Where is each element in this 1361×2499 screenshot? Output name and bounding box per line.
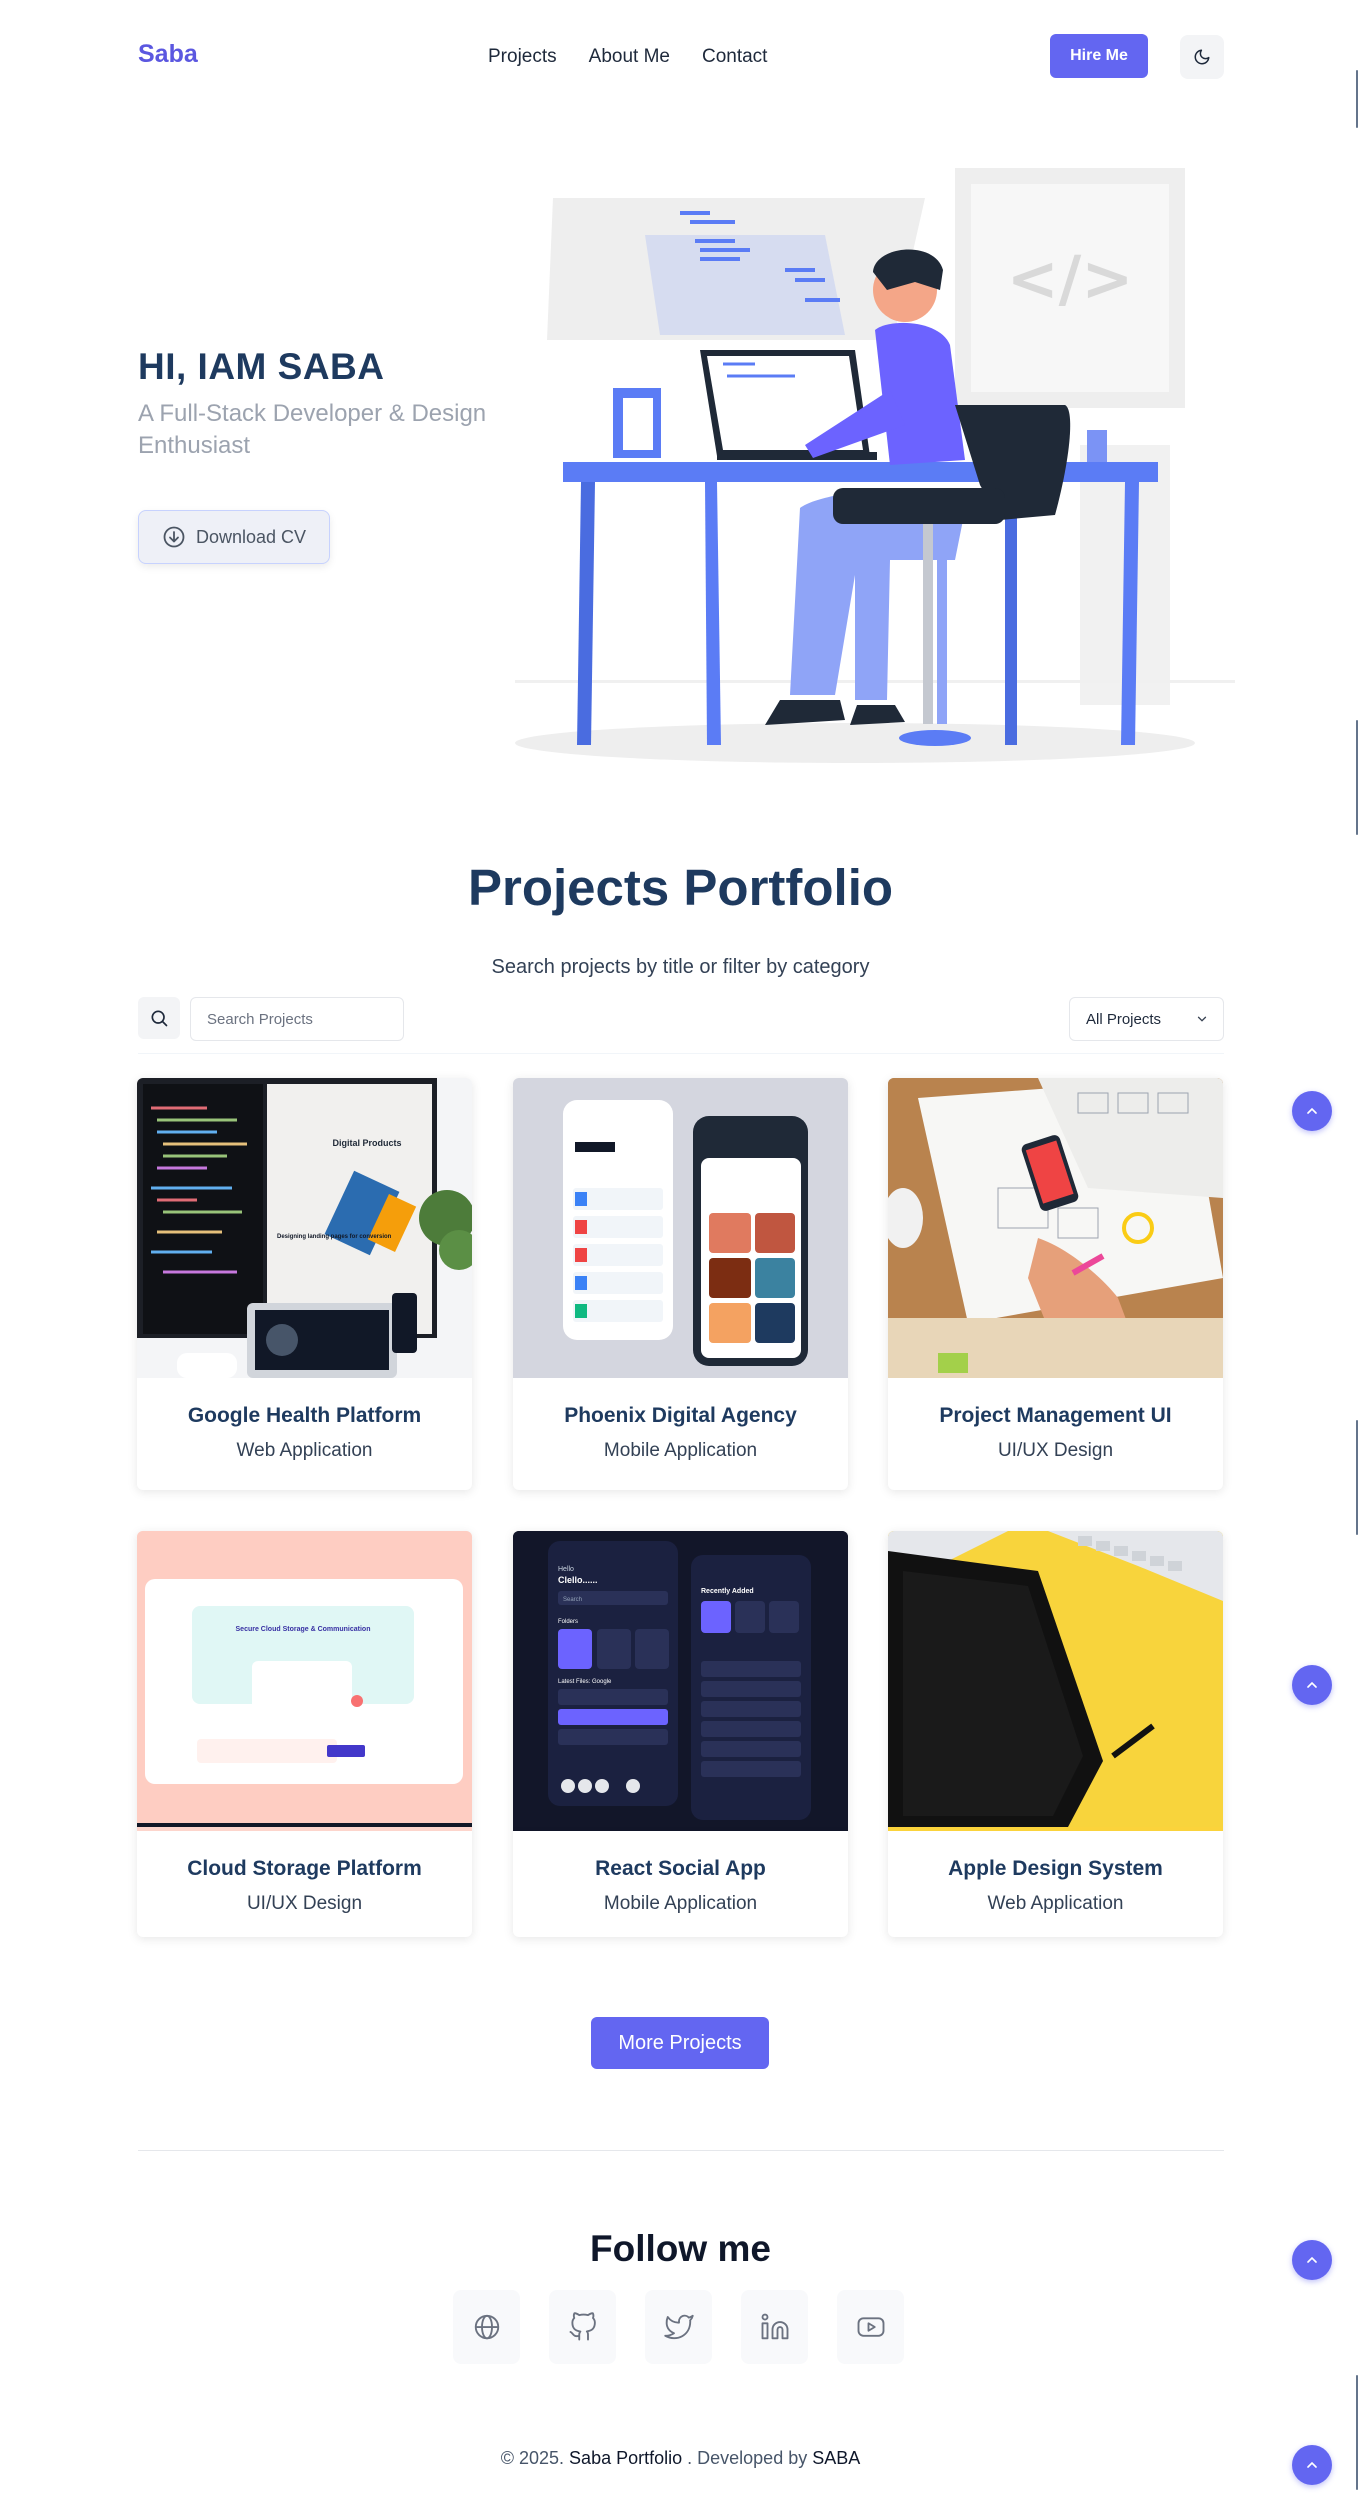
nav-link-contact[interactable]: Contact [702, 46, 767, 68]
twitter-icon [663, 2314, 694, 2340]
follow-title: Follow me [590, 2228, 771, 2269]
scroll-top-button[interactable] [1292, 1091, 1332, 1131]
hero-title: HI, IAM SABA [138, 346, 385, 387]
youtube-icon [857, 2317, 884, 2337]
project-card[interactable]: Project Management UI UI/UX Design [888, 1078, 1223, 1490]
project-title: Phoenix Digital Agency [564, 1404, 797, 1427]
social-link-twitter[interactable] [645, 2290, 712, 2364]
code-symbol: </> [1007, 242, 1134, 315]
scrollbar-thumb[interactable] [1356, 720, 1358, 835]
chevron-down-icon [1197, 1016, 1207, 1022]
project-card[interactable]: Secure Cloud Storage & Communication Clo… [137, 1531, 472, 1937]
download-cv-label: Download CV [195, 526, 307, 547]
project-category: Mobile Application [603, 1893, 758, 1914]
project-title: Project Management UI [939, 1404, 1172, 1427]
social-link-linkedin[interactable] [741, 2290, 808, 2364]
logo[interactable]: Saba [138, 40, 198, 69]
globe-icon [474, 2314, 499, 2340]
project-thumbnail [888, 1531, 1223, 1831]
chevron-up-icon [1307, 1107, 1317, 1114]
project-title: React Social App [595, 1857, 766, 1880]
copyright: © 2025. Saba Portfolio . Developed by SA… [0, 2448, 1361, 2469]
thumb-cloud-headline: Secure Cloud Storage & Communication [236, 1626, 371, 1633]
filter-value: All Projects [1086, 1010, 1162, 1028]
search-button[interactable] [138, 997, 180, 1039]
chevron-up-icon [1307, 2256, 1317, 2263]
social-link-github[interactable] [549, 2290, 616, 2364]
chevron-up-icon [1307, 2461, 1317, 2468]
project-title: Google Health Platform [187, 1404, 422, 1427]
download-icon [163, 526, 185, 548]
nav-link-projects[interactable]: Projects [488, 46, 557, 68]
hero-subtitle: A Full-Stack Developer & Design Enthusia… [138, 400, 487, 459]
social-link-website[interactable] [453, 2290, 520, 2364]
social-links [453, 2290, 904, 2364]
more-projects-button[interactable]: More Projects [591, 2017, 769, 2069]
projects-title: Projects Portfolio [467, 859, 894, 916]
developer-illustration: </> [515, 168, 1235, 763]
thumb-latest: Latest Files: Google [558, 1679, 612, 1685]
project-thumbnail: Secure Cloud Storage & Communication [137, 1531, 472, 1831]
project-card[interactable]: Phoenix Digital Agency Mobile Applicatio… [513, 1078, 848, 1490]
category-filter-select[interactable]: All Projects [1069, 997, 1224, 1041]
project-thumbnail: Digital Products Designing landing pages… [137, 1078, 472, 1378]
theme-toggle-button[interactable] [1180, 35, 1224, 79]
chevron-up-icon [1307, 1681, 1317, 1688]
scroll-top-button[interactable] [1292, 2240, 1332, 2280]
project-thumbnail [513, 1078, 848, 1378]
scrollbar-thumb[interactable] [1356, 70, 1358, 128]
download-cv-button[interactable]: Download CV [138, 510, 330, 564]
moon-icon [1194, 49, 1210, 65]
scrollbar-thumb[interactable] [1356, 2375, 1358, 2490]
scroll-top-button[interactable] [1292, 1665, 1332, 1705]
copyright-prefix: © 2025. [500, 2448, 565, 2468]
thumb-headline: Designing landing pages for conversion [277, 1234, 392, 1240]
nav-link-about[interactable]: About Me [589, 46, 670, 68]
top-nav: Saba Projects About Me Contact Hire Me [0, 0, 1361, 112]
divider [138, 1053, 1224, 1054]
project-category: UI/UX Design [997, 1440, 1114, 1461]
project-title: Apple Design System [948, 1857, 1163, 1880]
divider [138, 2150, 1224, 2151]
project-thumbnail [888, 1078, 1223, 1378]
thumb-name: Clello...... [558, 1575, 598, 1585]
scroll-top-button[interactable] [1292, 2445, 1332, 2485]
linkedin-icon [761, 2313, 788, 2340]
project-title: Cloud Storage Platform [187, 1857, 422, 1880]
thumb-hello: Hello [558, 1566, 574, 1573]
thumb-search: Search [563, 1597, 582, 1603]
search-input[interactable] [190, 997, 404, 1041]
project-card[interactable]: Digital Products Designing landing pages… [137, 1078, 472, 1490]
search-icon [151, 1010, 168, 1027]
project-card[interactable]: Apple Design System Web Application [888, 1531, 1223, 1937]
social-link-youtube[interactable] [837, 2290, 904, 2364]
hire-me-button[interactable]: Hire Me [1050, 34, 1148, 78]
thumb-folders: Folders [558, 1619, 578, 1625]
copyright-brand[interactable]: Saba Portfolio [569, 2448, 682, 2468]
thumb-recent: Recently Added [701, 1588, 754, 1595]
nav-links: Projects About Me Contact [488, 46, 767, 68]
project-category: Web Application [987, 1893, 1124, 1914]
project-thumbnail: Hello Clello...... Search Folders Latest… [513, 1531, 848, 1831]
project-card[interactable]: Hello Clello...... Search Folders Latest… [513, 1531, 848, 1937]
thumb-product-text: Digital Products [332, 1138, 401, 1148]
project-category: Web Application [236, 1440, 373, 1461]
copyright-mid: . Developed by [687, 2448, 808, 2468]
project-category: UI/UX Design [246, 1893, 363, 1914]
copyright-author[interactable]: SABA [812, 2448, 860, 2468]
project-category: Mobile Application [603, 1440, 758, 1461]
scrollbar-thumb[interactable] [1356, 1420, 1358, 1535]
projects-subtitle: Search projects by title or filter by ca… [491, 956, 870, 978]
github-icon [569, 2312, 596, 2341]
